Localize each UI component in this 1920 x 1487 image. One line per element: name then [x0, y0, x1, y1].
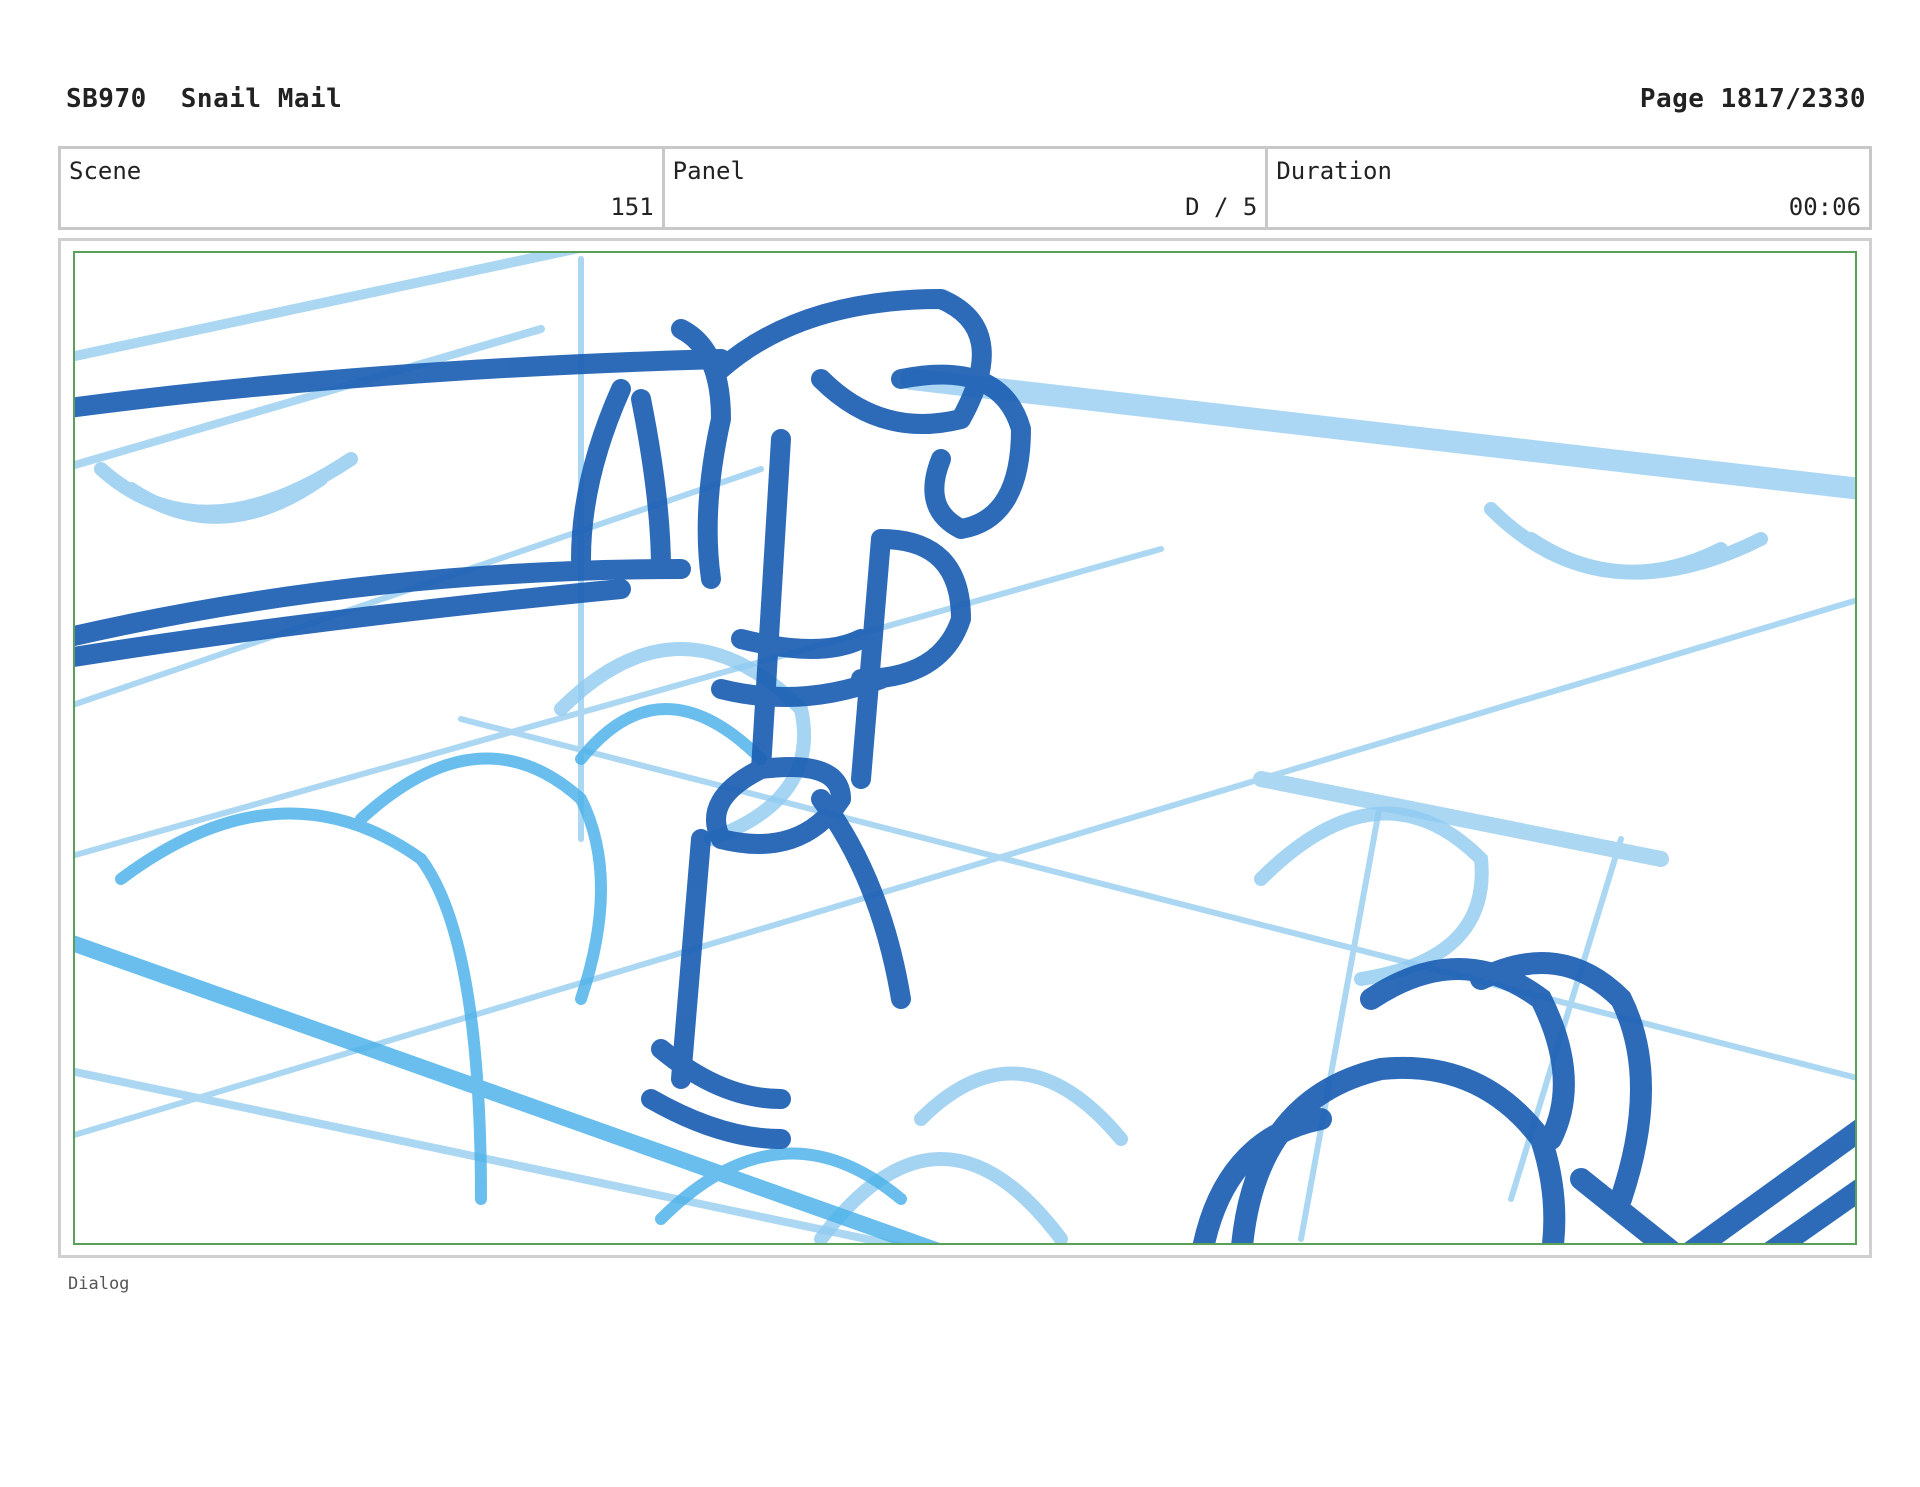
episode-title: Snail Mail — [180, 84, 343, 114]
storyboard-panel — [58, 238, 1872, 1258]
dialog-label: Dialog — [68, 1274, 130, 1294]
production-code: SB970 — [66, 84, 147, 114]
panel-drawing-area — [73, 251, 1857, 1245]
page-number: Page 1817/2330 — [1639, 84, 1866, 114]
duration-cell: Duration 00:06 — [1268, 149, 1869, 227]
panel-cell: Panel D / 5 — [665, 149, 1269, 227]
duration-label: Duration — [1276, 157, 1392, 185]
scene-cell: Scene 151 — [61, 149, 665, 227]
storyboard-header-left: SB970 Snail Mail — [66, 84, 342, 114]
panel-value: D / 5 — [1185, 193, 1258, 221]
sketch-drawing — [75, 253, 1855, 1243]
scene-value: 151 — [610, 193, 654, 221]
panel-info-bar: Scene 151 Panel D / 5 Duration 00:06 — [58, 146, 1872, 230]
duration-value: 00:06 — [1788, 193, 1862, 221]
character-hand-sketch — [1192, 952, 1855, 1243]
scene-label: Scene — [69, 157, 142, 185]
panel-label: Panel — [672, 157, 745, 185]
